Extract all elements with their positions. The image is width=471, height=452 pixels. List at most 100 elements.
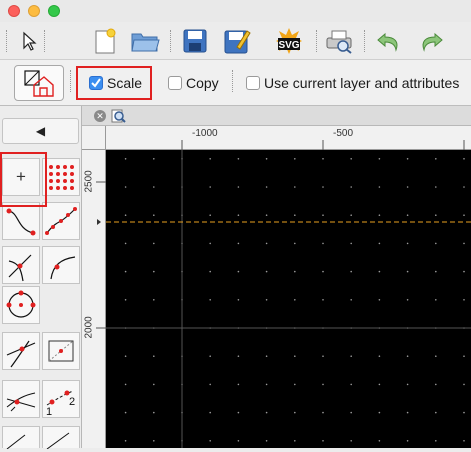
save-as-icon: [224, 30, 251, 54]
grid-dot: [350, 158, 352, 160]
grid-dot: [350, 411, 352, 414]
copy-checkbox[interactable]: [168, 76, 182, 90]
canvas-grid: [106, 150, 471, 448]
undo-button[interactable]: [374, 26, 404, 56]
grid-dot: [153, 355, 155, 357]
grid-dot: [294, 242, 296, 245]
box-diagonal-icon: [48, 340, 74, 362]
grid-dot: [322, 440, 324, 442]
arc-icon: [50, 256, 76, 280]
crosshair-point-tool[interactable]: +: [2, 158, 40, 196]
grid-dot: [350, 270, 352, 273]
grid-dot: [124, 383, 127, 386]
toolbar-separator: [232, 70, 233, 92]
grid-dot: [463, 270, 465, 273]
grid-dot: [406, 355, 409, 357]
drawing-canvas[interactable]: [106, 150, 471, 448]
grid-dot: [209, 214, 211, 216]
grid-dot: [237, 186, 240, 188]
grid-dot: [406, 214, 409, 216]
grid-dot: [153, 299, 155, 301]
document-tab-bar: ✕: [82, 106, 471, 126]
grid-dot: [406, 299, 409, 301]
grid-dot: [209, 383, 211, 386]
lower-tool-b[interactable]: [42, 426, 80, 450]
back-button[interactable]: ◀: [2, 118, 79, 144]
grid-dot: [378, 242, 381, 245]
open-folder-button[interactable]: [130, 26, 160, 56]
partial-line-icon: [46, 432, 70, 450]
grid-dot: [463, 411, 465, 414]
grid-dot: [406, 411, 409, 414]
new-file-button[interactable]: [90, 26, 120, 56]
grid-dot: [294, 355, 296, 357]
grid-dot: [265, 214, 268, 216]
grid-dot: [463, 214, 465, 216]
arc-tool[interactable]: [42, 246, 80, 284]
grid-dot: [209, 411, 211, 414]
export-svg-button[interactable]: SVG: [274, 26, 304, 56]
grid-dot: [124, 186, 127, 188]
grid-dot: [463, 355, 465, 357]
redo-button[interactable]: [416, 26, 446, 56]
spline-tool[interactable]: [42, 202, 80, 240]
grid-dot: [378, 299, 381, 301]
print-preview-button[interactable]: [324, 26, 354, 56]
grid-dot: [294, 270, 296, 273]
grid-dot: [322, 299, 324, 301]
scale-checkbox[interactable]: [89, 76, 103, 90]
grid-dot: [463, 440, 465, 442]
multi-intersection-tool[interactable]: [2, 380, 40, 418]
scale-shape-icon: [24, 70, 54, 97]
numbered-points-tool[interactable]: 1 2: [42, 380, 80, 418]
save-button[interactable]: [180, 26, 210, 56]
spline-number-2: 2: [69, 396, 75, 408]
grid-dot: [406, 383, 409, 386]
grid-dot: [124, 270, 127, 273]
checkmark-icon: [91, 78, 101, 88]
grid-dot: [322, 158, 324, 160]
close-window-button[interactable]: [8, 5, 20, 17]
svg-badge-text: SVG: [278, 40, 299, 51]
print-preview-icon: [326, 30, 352, 54]
close-tab-icon[interactable]: ✕: [94, 110, 106, 122]
save-disk-icon: [183, 29, 207, 53]
numbered-points-icon: 1 2: [46, 390, 75, 418]
grid-dot: [378, 186, 381, 188]
horizontal-ruler-ticks: [181, 140, 465, 150]
minimize-window-button[interactable]: [28, 5, 40, 17]
grid-dot: [265, 440, 268, 442]
curve-tool[interactable]: [2, 202, 40, 240]
circle-tool[interactable]: [2, 286, 40, 324]
grid-dot: [378, 383, 381, 386]
point-grid-tool[interactable]: [42, 158, 80, 196]
box-point-tool[interactable]: [42, 332, 80, 370]
grid-dot: [350, 214, 352, 216]
save-as-button[interactable]: [222, 26, 252, 56]
select-pointer-button[interactable]: [14, 26, 44, 56]
grid-dot: [435, 411, 437, 414]
grid-dot: [237, 214, 240, 216]
toolbar-separator: [70, 70, 71, 92]
grid-dot: [209, 242, 211, 245]
grid-dot: [350, 383, 352, 386]
grid-dot: [294, 158, 296, 160]
tangent-tool[interactable]: [2, 246, 40, 284]
grid-dot: [265, 270, 268, 273]
grid-dot: [463, 299, 465, 301]
line-intersection-tool[interactable]: [2, 332, 40, 370]
scale-label: Scale: [107, 75, 143, 91]
grid-dot: [294, 383, 296, 386]
spline-number-1: 1: [46, 406, 52, 417]
document-tab-icon[interactable]: [110, 108, 126, 124]
scale-tool-button[interactable]: [14, 65, 64, 101]
grid-dot: [406, 440, 409, 442]
grid-dot: [435, 270, 437, 273]
grid-dot: [406, 186, 409, 188]
use-current-layer-checkbox[interactable]: [246, 76, 260, 90]
lower-tool-a[interactable]: [2, 426, 40, 450]
grid-dot: [265, 383, 268, 386]
grid-dot: [378, 411, 381, 414]
grid-dot: [378, 214, 381, 216]
zoom-window-button[interactable]: [48, 5, 60, 17]
